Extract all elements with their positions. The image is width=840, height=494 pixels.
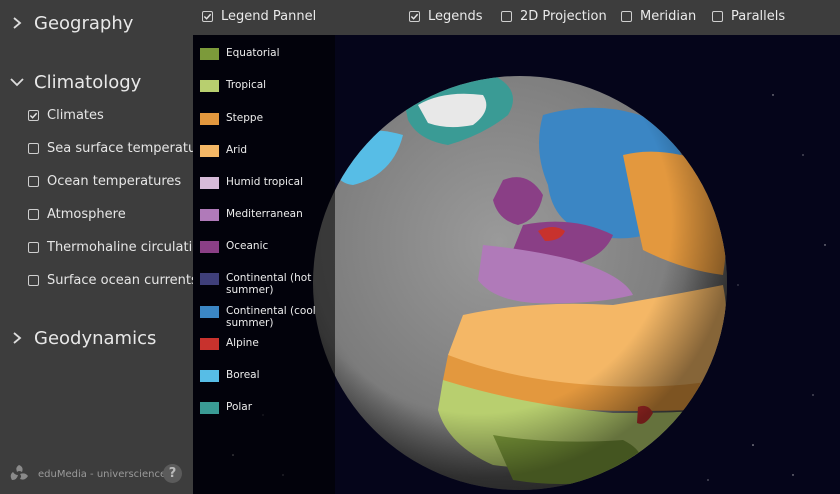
footer-brand: eduMedia - universcience	[38, 468, 167, 480]
section-geodynamics[interactable]: Geodynamics	[0, 323, 156, 353]
edumedia-logo-icon	[10, 465, 28, 480]
legend-item: Mediterranean	[200, 208, 336, 221]
globe[interactable]	[313, 73, 727, 491]
legend-label: Mediterranean	[226, 208, 303, 220]
legend-label: Arid	[226, 144, 248, 156]
top-toolbar: Legend Pannel Legends 2D Projection Meri…	[193, 0, 840, 35]
legend-label: Oceanic	[226, 240, 269, 252]
section-geography[interactable]: Geography	[0, 8, 133, 38]
toggle-label: Legends	[428, 9, 483, 24]
checkbox[interactable]	[28, 109, 39, 121]
checkbox[interactable]	[501, 11, 512, 22]
legend-label: Continental (cool summer)	[226, 305, 316, 329]
toggle-label: Parallels	[731, 9, 786, 24]
legend-item: Polar	[200, 401, 336, 414]
option-thermohaline-circulation[interactable]: Thermohaline circulation	[28, 237, 193, 257]
chevron-right-icon	[0, 17, 34, 29]
checkbox[interactable]	[621, 11, 632, 22]
option-climates[interactable]: Climates	[28, 105, 104, 125]
checkbox[interactable]	[28, 175, 39, 187]
legend-label: Alpine	[226, 337, 259, 349]
section-title: Geodynamics	[34, 327, 157, 349]
legend-label: Continental (hot summer)	[226, 272, 312, 296]
option-label: Ocean temperatures	[47, 173, 182, 189]
legend-swatch	[200, 370, 219, 382]
footer: eduMedia - universcience ?	[8, 462, 186, 486]
legend-item: Arid	[200, 144, 336, 157]
legend-label: Humid tropical	[226, 176, 304, 188]
legend-item: Humid tropical	[200, 176, 336, 189]
checkbox[interactable]	[409, 11, 420, 22]
option-label: Surface ocean currents	[47, 272, 193, 288]
toggle-label: Meridian	[640, 9, 697, 24]
checkbox[interactable]	[28, 241, 39, 253]
legend-item: Boreal	[200, 369, 336, 382]
checkbox[interactable]	[28, 142, 39, 154]
toggle-label: Legend Pannel	[221, 9, 317, 24]
legend-item: Continental (cool summer)	[200, 305, 336, 329]
legend-swatch	[200, 80, 219, 92]
checkbox[interactable]	[712, 11, 723, 22]
section-title: Geography	[34, 12, 134, 34]
section-title: Climatology	[34, 71, 142, 93]
legend-label: Boreal	[226, 369, 260, 381]
legend-item: Steppe	[200, 112, 336, 125]
legend-swatch	[200, 113, 219, 125]
legend-swatch	[200, 48, 219, 60]
legend-swatch	[200, 338, 219, 350]
legend-swatch	[200, 241, 219, 253]
toggle-parallels[interactable]: Parallels	[712, 9, 785, 24]
chevron-right-icon	[0, 332, 34, 344]
checkbox[interactable]	[28, 274, 39, 286]
legend-swatch	[200, 306, 219, 318]
option-label: Thermohaline circulation	[47, 239, 193, 255]
legend-label: Polar	[226, 401, 253, 413]
legend-item: Tropical	[200, 79, 336, 92]
toggle-label: 2D Projection	[520, 9, 607, 24]
legend-swatch	[200, 209, 219, 221]
legend-swatch	[200, 273, 219, 285]
legend-item: Oceanic	[200, 240, 336, 253]
legend-item: Alpine	[200, 337, 336, 350]
legend-item: Equatorial	[200, 47, 336, 60]
section-climatology[interactable]: Climatology	[0, 67, 141, 97]
option-label: Atmosphere	[47, 206, 126, 222]
toggle-legends[interactable]: Legends	[409, 9, 483, 24]
checkbox[interactable]	[202, 11, 213, 22]
option-atmosphere[interactable]: Atmosphere	[28, 204, 126, 224]
chevron-down-icon	[0, 77, 34, 87]
sidebar: Geography Climatology Climates Sea surfa…	[0, 0, 193, 494]
legend-label: Steppe	[226, 112, 264, 124]
option-label: Sea surface temperatures	[47, 140, 193, 156]
legend-swatch	[200, 145, 219, 157]
help-button[interactable]: ?	[163, 464, 182, 483]
toggle-2d-projection[interactable]: 2D Projection	[501, 9, 607, 24]
legend-label: Tropical	[226, 79, 267, 91]
checkbox[interactable]	[28, 208, 39, 220]
legend-item: Continental (hot summer)	[200, 272, 336, 296]
option-label: Climates	[47, 107, 104, 123]
legend-label: Equatorial	[226, 47, 280, 59]
legend-swatch	[200, 402, 219, 414]
option-ocean-temperatures[interactable]: Ocean temperatures	[28, 171, 181, 191]
toggle-legend-panel[interactable]: Legend Pannel	[202, 9, 316, 24]
toggle-meridian[interactable]: Meridian	[621, 9, 696, 24]
option-sea-surface-temperatures[interactable]: Sea surface temperatures	[28, 138, 193, 158]
option-surface-ocean-currents[interactable]: Surface ocean currents	[28, 270, 193, 290]
legend-panel: Equatorial Tropical Steppe Arid Humid tropic…	[193, 35, 335, 494]
legend-swatch	[200, 177, 219, 189]
